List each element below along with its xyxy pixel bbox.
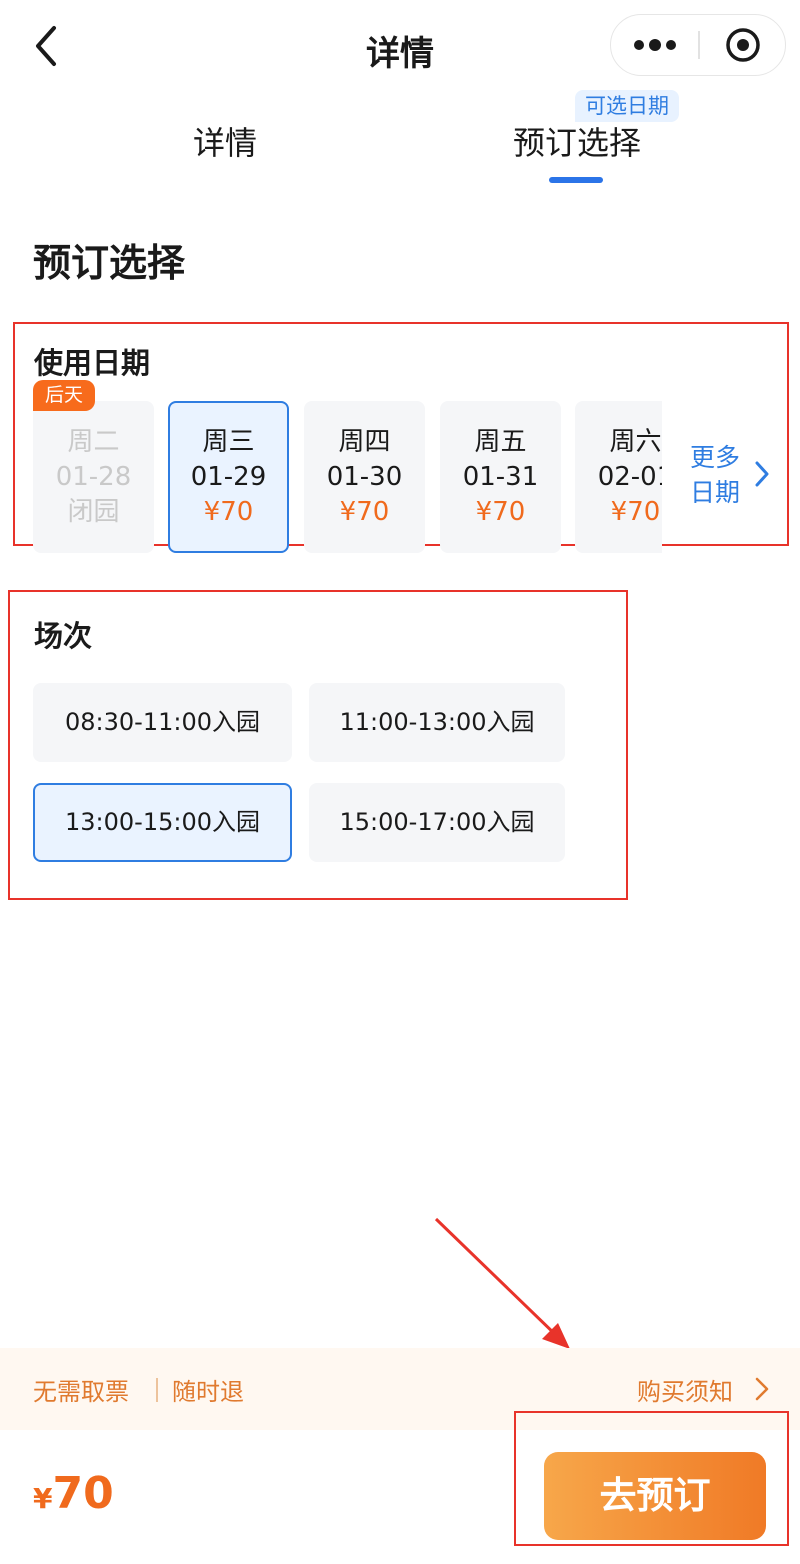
section-title: 预订选择 — [33, 241, 186, 285]
total-price: ¥70 — [33, 1468, 114, 1519]
tab-active-indicator — [549, 177, 603, 183]
date-weekday: 周六 — [609, 427, 662, 457]
tab-badge: 可选日期 — [575, 90, 679, 122]
date-weekday: 周四 — [338, 427, 391, 457]
close-button[interactable] — [700, 15, 786, 75]
price-currency: ¥ — [33, 1482, 53, 1515]
date-label: 使用日期 — [34, 346, 151, 380]
date-value: 01-29 — [190, 462, 267, 492]
date-price: ¥70 — [203, 497, 254, 527]
time-slot[interactable]: 15:00-17:00入园 — [309, 783, 565, 862]
tab-detail[interactable]: 详情 — [193, 118, 257, 164]
notice-refund: 随时退 — [172, 1378, 244, 1406]
purchase-notes-label: 购买须知 — [637, 1378, 733, 1406]
more-dots-icon — [633, 39, 676, 51]
date-value: 01-30 — [326, 462, 403, 492]
time-slot-selected[interactable]: 13:00-15:00入园 — [33, 783, 292, 862]
time-slot[interactable]: 11:00-13:00入园 — [309, 683, 565, 762]
annotation-box-book — [514, 1411, 789, 1546]
tab-booking[interactable]: 预订选择 — [513, 118, 641, 164]
more-button[interactable] — [611, 15, 698, 75]
date-card-selected[interactable]: 周三 01-29 ¥70 — [168, 401, 289, 553]
target-close-icon — [726, 28, 760, 62]
date-value: 01-28 — [55, 462, 132, 492]
date-price: ¥70 — [610, 497, 661, 527]
annotation-arrow — [434, 1217, 570, 1349]
purchase-notes-link[interactable]: 购买须知 — [637, 1372, 769, 1406]
date-card[interactable]: 周五 01-31 ¥70 — [440, 401, 561, 553]
mini-program-capsule — [610, 14, 786, 76]
chevron-right-icon — [755, 461, 769, 487]
date-weekday: 周三 — [202, 427, 255, 457]
day-after-tomorrow-tag: 后天 — [33, 380, 96, 411]
date-value: 01-31 — [462, 462, 539, 492]
date-weekday: 周二 — [67, 427, 120, 457]
price-amount: 70 — [52, 1468, 114, 1519]
nav-bar: 详情 — [0, 0, 800, 92]
notice-divider — [156, 1378, 158, 1402]
date-price: ¥70 — [339, 497, 390, 527]
more-dates-button[interactable]: 更多日期 — [690, 440, 780, 520]
date-weekday: 周五 — [474, 427, 527, 457]
time-slot[interactable]: 08:30-11:00入园 — [33, 683, 292, 762]
date-card[interactable]: 周四 01-30 ¥70 — [304, 401, 425, 553]
notice-no-ticket: 无需取票 — [33, 1378, 129, 1406]
slot-label: 场次 — [34, 619, 93, 653]
chevron-right-icon — [755, 1377, 769, 1401]
more-dates-label: 更多日期 — [690, 443, 741, 507]
date-card[interactable]: 周二 01-28 闭园 — [33, 401, 154, 553]
date-price: ¥70 — [475, 497, 526, 527]
date-strip[interactable]: 周二 01-28 闭园 周三 01-29 ¥70 周四 01-30 ¥70 周五… — [33, 401, 662, 553]
date-status: 闭园 — [67, 497, 120, 527]
date-card[interactable]: 周六 02-01 ¥70 — [575, 401, 662, 553]
date-value: 02-01 — [597, 462, 662, 492]
